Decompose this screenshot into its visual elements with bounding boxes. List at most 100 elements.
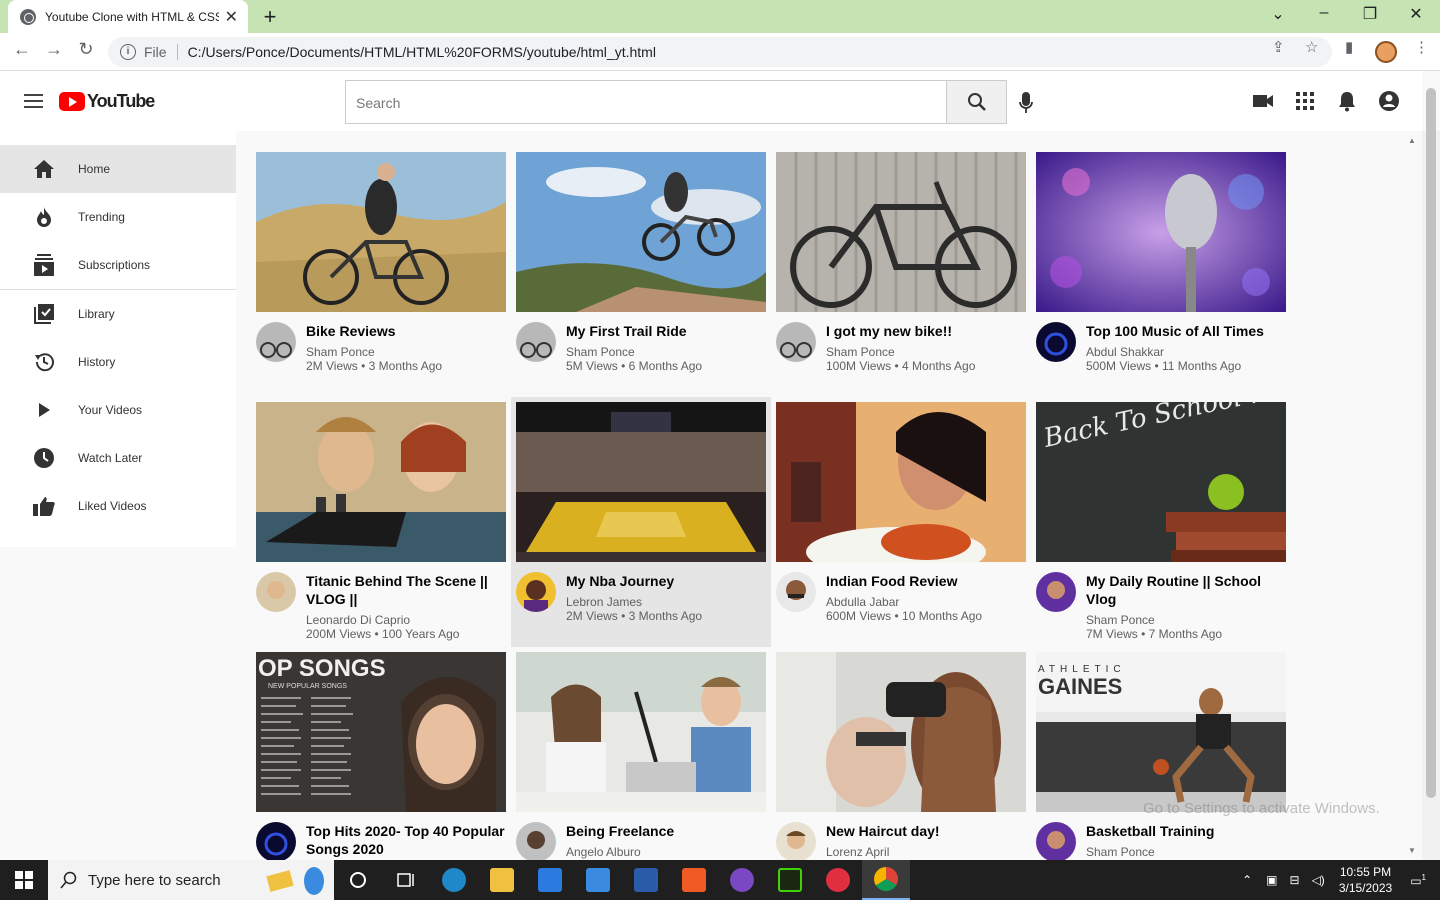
- video-card[interactable]: My First Trail Ride Sham Ponce 5M Views …: [516, 152, 766, 392]
- video-thumbnail[interactable]: [516, 402, 766, 562]
- channel-avatar[interactable]: [256, 572, 296, 612]
- sidebar-item-history[interactable]: History: [0, 338, 236, 386]
- channel-avatar[interactable]: [776, 322, 816, 362]
- video-title[interactable]: Titanic Behind The Scene || VLOG ||: [306, 572, 506, 608]
- sidebar-item-watch-later[interactable]: Watch Later: [0, 434, 236, 482]
- page-scrollbar-thumb[interactable]: [1426, 88, 1436, 798]
- brave-icon[interactable]: [670, 860, 718, 900]
- browser-tab[interactable]: Youtube Clone with HTML & CSS ✕: [8, 0, 248, 33]
- url-text[interactable]: C:/Users/Ponce/Documents/HTML/HTML%20FOR…: [188, 44, 656, 60]
- video-card[interactable]: My Nba Journey Lebron James 2M Views • 3…: [511, 397, 771, 647]
- channel-name[interactable]: Sham Ponce: [1086, 613, 1286, 627]
- video-card[interactable]: Titanic Behind The Scene || VLOG || Leon…: [256, 402, 506, 642]
- scroll-up-arrow-icon[interactable]: ▲: [1408, 136, 1416, 145]
- channel-name[interactable]: Sham Ponce: [826, 345, 975, 359]
- edge-icon[interactable]: [430, 860, 478, 900]
- channel-avatar[interactable]: [516, 822, 556, 862]
- bell-icon[interactable]: [1336, 90, 1358, 112]
- microsoft-store-icon[interactable]: [526, 860, 574, 900]
- channel-avatar[interactable]: [256, 322, 296, 362]
- task-view-icon[interactable]: [382, 860, 430, 900]
- video-card[interactable]: Back To School ! My Daily Routine || Sch…: [1036, 402, 1286, 642]
- video-card[interactable]: Being Freelance Angelo Alburo: [516, 652, 766, 892]
- video-title[interactable]: Top Hits 2020- Top 40 Popular Songs 2020: [306, 822, 506, 858]
- video-thumbnail[interactable]: [1036, 152, 1286, 312]
- reload-icon[interactable]: ↻: [74, 39, 98, 60]
- channel-name[interactable]: Lebron James: [566, 595, 702, 609]
- video-thumbnail[interactable]: [256, 152, 506, 312]
- video-thumbnail[interactable]: Back To School !: [1036, 402, 1286, 562]
- close-window-button[interactable]: ✕: [1404, 4, 1428, 24]
- video-thumbnail[interactable]: ATHLETIC GAINES: [1036, 652, 1286, 812]
- sidebar-item-your-videos[interactable]: Your Videos: [0, 386, 236, 434]
- tray-meet-icon[interactable]: ▣: [1266, 873, 1277, 887]
- video-card[interactable]: I got my new bike!! Sham Ponce 100M View…: [776, 152, 1026, 392]
- video-thumbnail[interactable]: [516, 652, 766, 812]
- channel-avatar[interactable]: [1036, 572, 1076, 612]
- bookmark-star-icon[interactable]: ☆: [1305, 38, 1318, 56]
- video-title[interactable]: Basketball Training: [1086, 822, 1214, 840]
- dreamweaver-icon[interactable]: [766, 860, 814, 900]
- channel-avatar[interactable]: [776, 822, 816, 862]
- video-thumbnail[interactable]: [256, 402, 506, 562]
- notification-center-icon[interactable]: ▭1: [1410, 873, 1426, 888]
- video-thumbnail[interactable]: OP SONGS NEW POPULAR SONGS: [256, 652, 506, 812]
- microphone-icon[interactable]: [1018, 90, 1034, 116]
- taskbar-search-box[interactable]: Type here to search: [48, 860, 334, 900]
- snipping-tool-icon[interactable]: [814, 860, 862, 900]
- info-icon[interactable]: i: [120, 44, 136, 60]
- channel-name[interactable]: Sham Ponce: [1086, 845, 1214, 859]
- video-card[interactable]: OP SONGS NEW POPULAR SONGS Top Hits 2020-…: [256, 652, 506, 892]
- channel-avatar[interactable]: [516, 572, 556, 612]
- word-icon[interactable]: [622, 860, 670, 900]
- sidebar-item-trending[interactable]: Trending: [0, 193, 236, 241]
- video-camera-icon[interactable]: [1252, 90, 1274, 112]
- scroll-down-arrow-icon[interactable]: ▼: [1408, 846, 1416, 855]
- forward-arrow-icon[interactable]: →: [42, 39, 66, 60]
- video-card[interactable]: ATHLETIC GAINES Basketball Training Sham …: [1036, 652, 1286, 892]
- video-title[interactable]: I got my new bike!!: [826, 322, 975, 340]
- channel-name[interactable]: Abdulla Jabar: [826, 595, 982, 609]
- sidebar-item-library[interactable]: Library: [0, 290, 236, 338]
- channel-name[interactable]: Sham Ponce: [566, 345, 702, 359]
- channel-avatar[interactable]: [256, 822, 296, 862]
- back-arrow-icon[interactable]: ←: [10, 39, 34, 60]
- video-thumbnail[interactable]: [776, 402, 1026, 562]
- video-title[interactable]: Being Freelance: [566, 822, 674, 840]
- cortana-icon[interactable]: [334, 860, 382, 900]
- sidebar-item-liked-videos[interactable]: Liked Videos: [0, 482, 236, 530]
- channel-avatar[interactable]: [1036, 322, 1076, 362]
- volume-icon[interactable]: ◁): [1312, 873, 1325, 887]
- restore-button[interactable]: ❐: [1358, 4, 1382, 24]
- taskbar-clock[interactable]: 10:55 PM 3/15/2023: [1339, 864, 1392, 896]
- video-title[interactable]: My First Trail Ride: [566, 322, 702, 340]
- apps-grid-icon[interactable]: [1294, 90, 1316, 112]
- video-card[interactable]: Top 100 Music of All Times Abdul Shakkar…: [1036, 152, 1286, 392]
- channel-name[interactable]: Leonardo Di Caprio: [306, 613, 506, 627]
- video-card[interactable]: Indian Food Review Abdulla Jabar 600M Vi…: [776, 402, 1026, 642]
- channel-name[interactable]: Sham Ponce: [306, 345, 442, 359]
- youtube-logo[interactable]: YouTube: [59, 91, 155, 112]
- tab-close-icon[interactable]: ✕: [225, 7, 238, 27]
- more-menu-icon[interactable]: ⋮: [1414, 38, 1429, 56]
- video-title[interactable]: Bike Reviews: [306, 322, 442, 340]
- side-panel-icon[interactable]: ▮: [1345, 38, 1353, 56]
- mail-icon[interactable]: [574, 860, 622, 900]
- share-icon[interactable]: ⇪: [1272, 38, 1285, 56]
- sidebar-item-home[interactable]: Home: [0, 145, 236, 193]
- search-input[interactable]: Search: [345, 80, 947, 124]
- tray-chevron-up-icon[interactable]: ⌃: [1242, 873, 1252, 887]
- start-button[interactable]: [0, 860, 48, 900]
- video-title[interactable]: New Haircut day!: [826, 822, 940, 840]
- channel-avatar[interactable]: [1036, 822, 1076, 862]
- video-thumbnail[interactable]: [516, 152, 766, 312]
- video-title[interactable]: Indian Food Review: [826, 572, 982, 590]
- channel-name[interactable]: Angelo Alburo: [566, 845, 674, 859]
- new-tab-button[interactable]: +: [258, 4, 282, 30]
- file-explorer-icon[interactable]: [478, 860, 526, 900]
- search-button[interactable]: [946, 80, 1007, 124]
- video-thumbnail[interactable]: [776, 652, 1026, 812]
- github-desktop-icon[interactable]: [718, 860, 766, 900]
- network-icon[interactable]: ⊟: [1290, 873, 1300, 887]
- minimize-button[interactable]: –: [1312, 4, 1336, 22]
